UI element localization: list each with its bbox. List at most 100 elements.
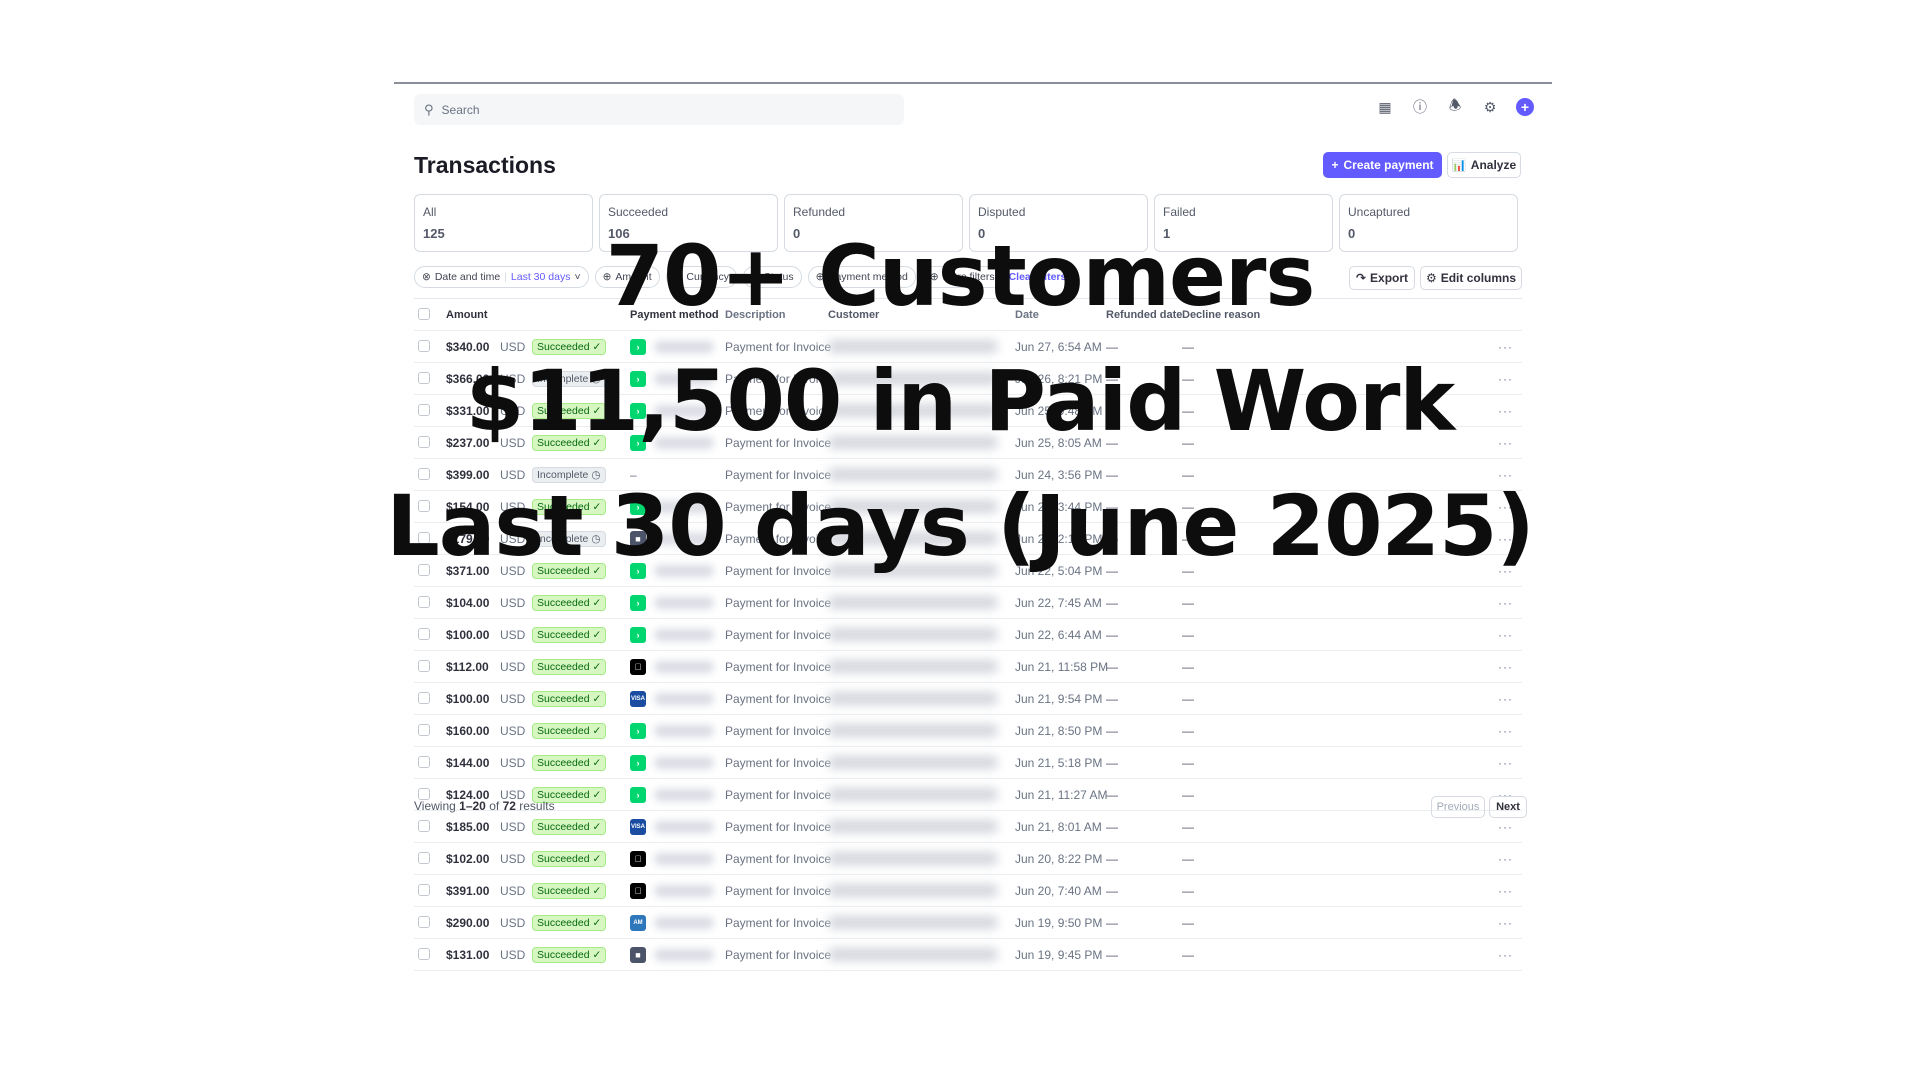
table-row[interactable]: $237.00 USD Succeeded ✓ › Payment for Invoice…	[414, 427, 1522, 459]
table-row[interactable]: $154.00 USD Succeeded ✓ › Payment for Invoice…	[414, 491, 1522, 523]
status-card-all[interactable]: All 125	[414, 194, 593, 252]
status-card-succeeded[interactable]: Succeeded 106	[599, 194, 778, 252]
export-button[interactable]: ↷ Export	[1349, 266, 1415, 290]
table-row[interactable]: $100.00 USD Succeeded ✓ › Payment for Invoice…	[414, 619, 1522, 651]
row-checkbox[interactable]	[418, 564, 430, 576]
row-more-actions-icon[interactable]: ···	[1498, 523, 1513, 554]
filter-date[interactable]: ⊗ Date and time | Last 30 days ˅	[414, 266, 589, 288]
search-bar[interactable]: ⚲ Search	[414, 94, 904, 125]
select-all-checkbox[interactable]	[418, 308, 430, 320]
col-customer[interactable]: Customer	[828, 299, 879, 330]
row-checkbox[interactable]	[418, 724, 430, 736]
status-card-refunded[interactable]: Refunded 0	[784, 194, 963, 252]
row-refunded-date: —	[1106, 627, 1118, 642]
add-circle-icon: ⊕	[602, 271, 612, 283]
col-refunded-date[interactable]: Refunded date	[1106, 299, 1182, 330]
create-plus-icon[interactable]: +	[1516, 98, 1534, 116]
previous-page-button[interactable]: Previous	[1431, 796, 1485, 818]
table-row[interactable]: $371.00 USD Succeeded ✓ › Payment for Invoice…	[414, 555, 1522, 587]
analyze-button[interactable]: 📊 Analyze	[1447, 152, 1521, 178]
table-row[interactable]: $179.00 USD Incomplete ◷ ■ Payment for Invoic…	[414, 523, 1522, 555]
row-more-actions-icon[interactable]: ···	[1498, 747, 1513, 778]
row-checkbox[interactable]	[418, 436, 430, 448]
row-checkbox[interactable]	[418, 532, 430, 544]
table-row[interactable]: $112.00 USD Succeeded✓  Payment for Invoice…	[414, 651, 1522, 683]
row-checkbox[interactable]	[418, 660, 430, 672]
row-more-actions-icon[interactable]: ···	[1498, 555, 1513, 586]
table-row[interactable]: $340.00 USD Succeeded ✓ › Payment for Invoice…	[414, 331, 1522, 363]
col-payment-method[interactable]: Payment method	[630, 299, 719, 330]
create-payment-button[interactable]: + Create payment	[1323, 152, 1442, 178]
status-card-uncaptured[interactable]: Uncaptured 0	[1339, 194, 1518, 252]
row-more-actions-icon[interactable]: ···	[1498, 619, 1513, 650]
status-badge: Succeeded ✓	[532, 818, 607, 835]
apps-grid-icon[interactable]: ▦	[1376, 98, 1394, 116]
col-description[interactable]: Description	[725, 299, 786, 330]
status-badge: Incomplete ◷	[532, 466, 606, 483]
table-row[interactable]: $104.00 USD Succeeded ✓ › Payment for Invoice…	[414, 587, 1522, 619]
next-page-button[interactable]: Next	[1489, 796, 1527, 818]
table-row[interactable]: $144.00 USD Succeeded ✓ › Payment for Invoice…	[414, 747, 1522, 779]
row-checkbox[interactable]	[418, 756, 430, 768]
col-decline-reason[interactable]: Decline reason	[1182, 299, 1260, 330]
row-more-actions-icon[interactable]: ···	[1498, 683, 1513, 714]
filter-more[interactable]: ⊕ More filters	[921, 266, 1003, 288]
row-checkbox[interactable]	[418, 468, 430, 480]
row-checkbox[interactable]	[418, 340, 430, 352]
col-date[interactable]: Date	[1015, 299, 1039, 330]
row-checkbox[interactable]	[418, 916, 430, 928]
row-more-actions-icon[interactable]: ···	[1498, 907, 1513, 938]
status-cards: All 125 Succeeded 106 Refunded 0 Disputed 0 Fail…	[414, 194, 1518, 252]
table-row[interactable]: $100.00 USD Succeeded ✓ VISA Payment for Invo…	[414, 683, 1522, 715]
row-checkbox[interactable]	[418, 596, 430, 608]
row-more-actions-icon[interactable]: ···	[1498, 427, 1513, 458]
notifications-bell-icon[interactable]: 🕭	[1446, 97, 1464, 116]
row-checkbox[interactable]	[418, 500, 430, 512]
filter-payment-method[interactable]: ⊕ Payment method	[807, 266, 916, 288]
table-row[interactable]: $131.00 USD Succeeded ✓ ■ Payment for Invoice…	[414, 939, 1522, 971]
status-card-failed[interactable]: Failed 1	[1154, 194, 1333, 252]
row-checkbox[interactable]	[418, 372, 430, 384]
table-row[interactable]: $391.00 USD Succeeded✓  Payment for Invoice…	[414, 875, 1522, 907]
row-checkbox[interactable]	[418, 628, 430, 640]
settings-gear-icon[interactable]: ⚙	[1481, 98, 1499, 116]
row-checkbox[interactable]	[418, 948, 430, 960]
table-row[interactable]: $124.00 USD Succeeded ✓ › Payment for Invoice…	[414, 779, 1522, 811]
filter-status[interactable]: ⊕ Status	[743, 266, 802, 288]
row-more-actions-icon[interactable]: ···	[1498, 491, 1513, 522]
row-refunded-date: —	[1106, 563, 1118, 578]
row-customer	[828, 747, 998, 778]
table-row[interactable]: $185.00 USD Succeeded ✓ VISA Payment for Invo…	[414, 811, 1522, 843]
filter-amount[interactable]: ⊕ Amount	[594, 266, 660, 288]
row-date: Jun 24, 3:44 PM	[1015, 499, 1103, 514]
clear-filters-link[interactable]: Clear filters	[1009, 271, 1067, 283]
table-row[interactable]: $160.00 USD Succeeded ✓ › Payment for Invoice…	[414, 715, 1522, 747]
row-more-actions-icon[interactable]: ···	[1498, 843, 1513, 874]
table-row[interactable]: $102.00 USD Succeeded✓  Payment for Invoice…	[414, 843, 1522, 875]
table-row[interactable]: $366.00 USD Incomplete ◷ › Payment for Invoic…	[414, 363, 1522, 395]
row-checkbox[interactable]	[418, 692, 430, 704]
row-checkbox[interactable]	[418, 852, 430, 864]
row-more-actions-icon[interactable]: ···	[1498, 875, 1513, 906]
row-more-actions-icon[interactable]: ···	[1498, 651, 1513, 682]
help-icon[interactable]: ⓘ	[1411, 98, 1429, 116]
row-more-actions-icon[interactable]: ···	[1498, 331, 1513, 362]
filter-currency[interactable]: ⊕ Currency	[665, 266, 738, 288]
status-card-disputed[interactable]: Disputed 0	[969, 194, 1148, 252]
search-input[interactable]: Search	[442, 103, 480, 117]
row-more-actions-icon[interactable]: ···	[1498, 363, 1513, 394]
table-row[interactable]: $399.00 USD Incomplete ◷ – Payment for Invoic…	[414, 459, 1522, 491]
table-row[interactable]: $290.00 USD Succeeded ✓ AM Payment for Invoic…	[414, 907, 1522, 939]
row-more-actions-icon[interactable]: ···	[1498, 715, 1513, 746]
row-checkbox[interactable]	[418, 884, 430, 896]
table-row[interactable]: $331.00 USD Succeeded ✓ › Payment for Invoice…	[414, 395, 1522, 427]
redacted-method-detail	[654, 884, 714, 897]
row-more-actions-icon[interactable]: ···	[1498, 395, 1513, 426]
row-more-actions-icon[interactable]: ···	[1498, 939, 1513, 970]
row-more-actions-icon[interactable]: ···	[1498, 587, 1513, 618]
row-checkbox[interactable]	[418, 820, 430, 832]
col-amount[interactable]: Amount	[446, 299, 488, 330]
row-checkbox[interactable]	[418, 404, 430, 416]
edit-columns-button[interactable]: ⚙ Edit columns	[1420, 266, 1522, 290]
row-more-actions-icon[interactable]: ···	[1498, 459, 1513, 490]
